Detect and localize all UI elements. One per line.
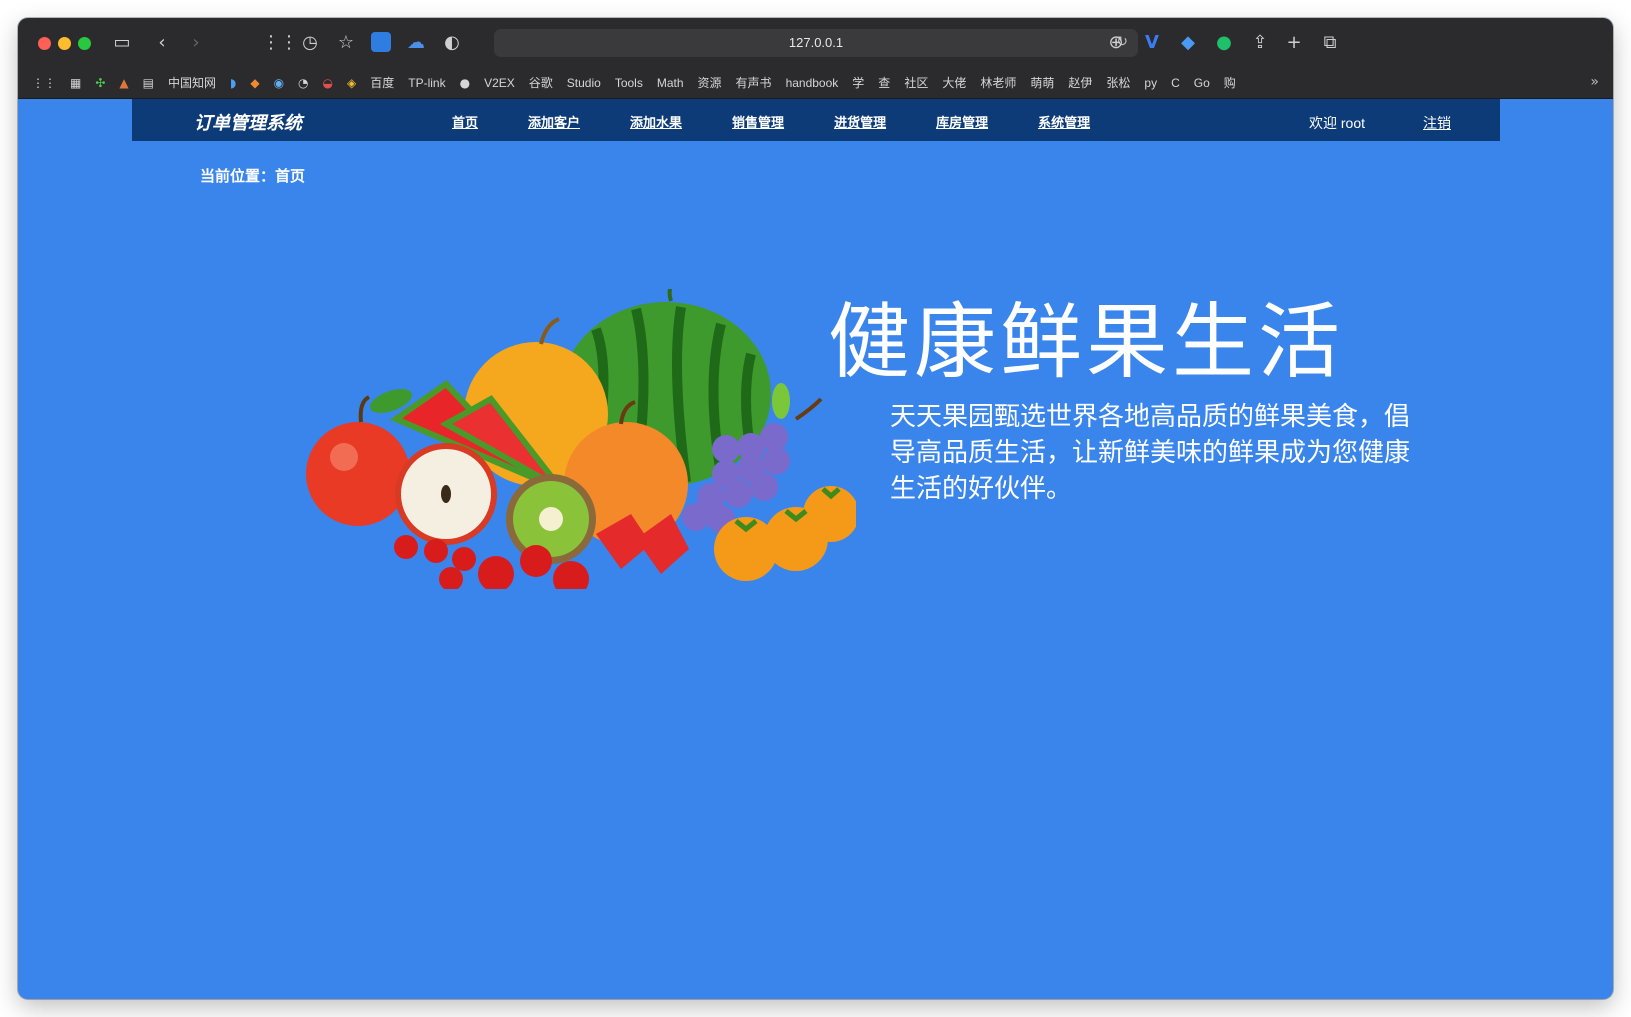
tabs-overview-icon[interactable]: ⧉ bbox=[1318, 31, 1342, 55]
bookmark-cnki[interactable]: 中国知网 bbox=[168, 75, 216, 91]
bookmarks-grid-icon[interactable]: ⋮⋮ bbox=[32, 76, 56, 90]
bookmark-folder-c[interactable]: C bbox=[1171, 75, 1180, 91]
bookmark-dolphin-icon[interactable]: ◗ bbox=[230, 76, 236, 90]
bookmark-home-icon[interactable]: ▦ bbox=[70, 76, 81, 90]
top-navbar: 订单管理系统 首页 添加客户 添加水果 销售管理 进货管理 库房管理 系统管理 … bbox=[132, 99, 1500, 141]
bookmark-folder-shopping[interactable]: 购 bbox=[1224, 75, 1236, 91]
bookmark-globe-icon[interactable]: ◉ bbox=[274, 76, 284, 90]
history-icon[interactable]: ◷ bbox=[298, 31, 322, 55]
nav-link-add-fruit[interactable]: 添加水果 bbox=[630, 112, 682, 131]
bookmarks-bar: ⋮⋮ ▦ ✣ ▲ ▤ 中国知网 ◗ ◆ ◉ ◔ ◒ ◈ 百度 TP-link ●… bbox=[18, 68, 1613, 99]
nav-links: 首页 添加客户 添加水果 销售管理 进货管理 库房管理 系统管理 bbox=[452, 112, 1140, 131]
bookmark-folder-experts[interactable]: 大佬 bbox=[942, 75, 966, 91]
bookmark-folder-audiobooks[interactable]: 有声书 bbox=[736, 75, 772, 91]
extension-octopus-icon[interactable]: ☁ bbox=[404, 31, 428, 55]
nav-link-sales[interactable]: 销售管理 bbox=[732, 112, 784, 131]
address-bar[interactable]: 127.0.0.1 ↻ bbox=[494, 29, 1138, 57]
nav-link-purchase[interactable]: 进货管理 bbox=[834, 112, 886, 131]
new-tab-icon[interactable]: + bbox=[1282, 31, 1306, 55]
page-content: 订单管理系统 首页 添加客户 添加水果 销售管理 进货管理 库房管理 系统管理 … bbox=[18, 99, 1613, 999]
nav-link-home[interactable]: 首页 bbox=[452, 112, 478, 131]
browser-window: ▭ ‹ › ⋮⋮ ◷ ☆ ☁ ◐ 127.0.0.1 ↻ ⊕ V ◆ ● ⇪ +… bbox=[18, 18, 1613, 999]
bookmark-baidu[interactable]: 百度 bbox=[370, 75, 394, 91]
back-icon[interactable]: ‹ bbox=[150, 31, 174, 55]
fruit-illustration bbox=[306, 289, 856, 589]
bookmark-clover-icon[interactable]: ✣ bbox=[95, 76, 105, 90]
nav-link-add-customer[interactable]: 添加客户 bbox=[528, 112, 580, 131]
hero-slogan: 天天果园甄选世界各地高品质的鲜果美食，倡导高品质生活，让新鲜美味的鲜果成为您健康… bbox=[890, 402, 1411, 504]
extension-reader-icon[interactable] bbox=[371, 32, 391, 52]
grammarly-icon[interactable]: ● bbox=[1212, 31, 1236, 55]
bookmark-fox-icon[interactable]: ◆ bbox=[250, 76, 259, 90]
bookmark-v2ex[interactable]: V2EX bbox=[484, 75, 515, 91]
forward-icon[interactable]: › bbox=[184, 31, 208, 55]
bookmark-book-icon[interactable]: ▤ bbox=[143, 76, 154, 90]
bookmark-fire-icon[interactable]: ▲ bbox=[119, 76, 128, 90]
nav-link-warehouse[interactable]: 库房管理 bbox=[936, 112, 988, 131]
close-window-button[interactable] bbox=[38, 37, 51, 50]
bookmark-folder-studio[interactable]: Studio bbox=[567, 75, 601, 91]
bookmark-apple-icon[interactable]: ● bbox=[460, 76, 470, 90]
bookmark-yellow-icon[interactable]: ◈ bbox=[347, 76, 356, 90]
extension-cube-icon[interactable]: ◆ bbox=[1176, 31, 1200, 55]
app-grid-icon[interactable]: ⋮⋮ bbox=[262, 31, 298, 55]
bookmark-folder-math[interactable]: Math bbox=[657, 75, 684, 91]
bookmark-folder-py[interactable]: py bbox=[1144, 75, 1157, 91]
extension-v-icon[interactable]: V bbox=[1140, 31, 1164, 55]
bookmark-folder-google[interactable]: 谷歌 bbox=[529, 75, 553, 91]
download-icon[interactable]: ⊕ bbox=[1104, 31, 1128, 55]
bookmark-folder-resources[interactable]: 资源 bbox=[698, 75, 722, 91]
more-bookmarks-icon[interactable]: » bbox=[1590, 74, 1599, 90]
bookmark-folder-tools[interactable]: Tools bbox=[615, 75, 643, 91]
bookmark-folder-lookup[interactable]: 查 bbox=[878, 75, 890, 91]
hero-headline: 健康鲜果生活 bbox=[828, 295, 1345, 390]
minimize-window-button[interactable] bbox=[58, 37, 71, 50]
url-text: 127.0.0.1 bbox=[788, 35, 844, 50]
bookmark-folder-zhaoyi[interactable]: 赵伊 bbox=[1068, 75, 1092, 91]
welcome-text: 欢迎 root bbox=[1309, 115, 1366, 131]
star-icon[interactable]: ☆ bbox=[334, 31, 358, 55]
bookmark-folder-go[interactable]: Go bbox=[1194, 75, 1210, 91]
breadcrumb: 当前位置：首页 bbox=[200, 168, 306, 185]
browser-toolbar: ▭ ‹ › ⋮⋮ ◷ ☆ ☁ ◐ 127.0.0.1 ↻ ⊕ V ◆ ● ⇪ +… bbox=[18, 18, 1613, 68]
bookmark-folder-mengmeng[interactable]: 萌萌 bbox=[1030, 75, 1054, 91]
share-icon[interactable]: ⇪ bbox=[1248, 31, 1272, 55]
bookmark-cat-icon[interactable]: ◔ bbox=[298, 76, 308, 90]
site-brand: 订单管理系统 bbox=[194, 113, 302, 133]
zoom-window-button[interactable] bbox=[78, 37, 91, 50]
bookmark-folder-study[interactable]: 学 bbox=[852, 75, 864, 91]
logout-link[interactable]: 注销 bbox=[1423, 113, 1451, 133]
bookmark-folder-zhangsong[interactable]: 张松 bbox=[1106, 75, 1130, 91]
nav-link-system[interactable]: 系统管理 bbox=[1038, 112, 1090, 131]
bookmark-watermelon-icon[interactable]: ◒ bbox=[323, 76, 333, 90]
bookmark-folder-handbook[interactable]: handbook bbox=[786, 75, 839, 91]
bookmark-folder-teacher-lin[interactable]: 林老师 bbox=[980, 75, 1016, 91]
bookmark-tplink[interactable]: TP-link bbox=[408, 75, 445, 91]
sidebar-toggle-icon[interactable]: ▭ bbox=[110, 31, 134, 55]
bookmark-folder-community[interactable]: 社区 bbox=[904, 75, 928, 91]
shield-icon[interactable]: ◐ bbox=[440, 31, 464, 55]
